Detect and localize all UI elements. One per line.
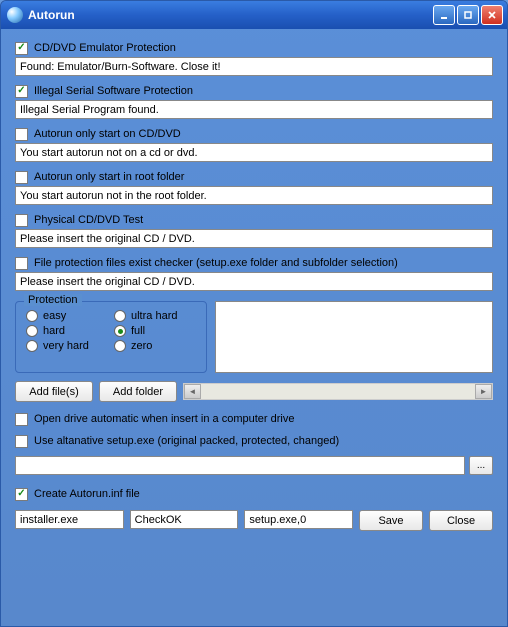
cddvd-only-message-input[interactable]	[15, 143, 493, 162]
alt-setup-label: Use altanative setup.exe (original packe…	[34, 435, 339, 447]
autorun-window: Autorun CD/DVD Emulator Protection Illeg…	[0, 0, 508, 627]
minimize-button[interactable]	[433, 5, 455, 25]
protection-legend: Protection	[24, 294, 82, 306]
alt-setup-checkbox[interactable]	[15, 435, 28, 448]
browse-button[interactable]: ...	[469, 456, 493, 475]
scroll-right-icon[interactable]: ►	[475, 384, 492, 399]
emulator-message-input[interactable]	[15, 57, 493, 76]
physical-label: Physical CD/DVD Test	[34, 214, 143, 226]
radio-easy[interactable]: easy	[26, 310, 108, 322]
radio-very-hard[interactable]: very hard	[26, 340, 108, 352]
fileprot-message-input[interactable]	[15, 272, 493, 291]
add-folder-button[interactable]: Add folder	[99, 381, 177, 402]
emulator-label: CD/DVD Emulator Protection	[34, 42, 176, 54]
fileprot-checkbox[interactable]	[15, 257, 28, 270]
close-button[interactable]: Close	[429, 510, 493, 531]
app-icon	[7, 7, 23, 23]
titlebar[interactable]: Autorun	[1, 1, 507, 29]
alt-setup-path-input[interactable]	[15, 456, 465, 475]
emulator-checkbox[interactable]	[15, 42, 28, 55]
root-only-message-input[interactable]	[15, 186, 493, 205]
add-files-button[interactable]: Add file(s)	[15, 381, 93, 402]
autorun-inf-checkbox[interactable]	[15, 488, 28, 501]
open-drive-checkbox[interactable]	[15, 413, 28, 426]
file-listbox[interactable]	[215, 301, 493, 373]
radio-full[interactable]: full	[114, 325, 196, 337]
content-area: CD/DVD Emulator Protection Illegal Seria…	[1, 29, 507, 626]
radio-ultra-hard[interactable]: ultra hard	[114, 310, 196, 322]
serial-checkbox[interactable]	[15, 85, 28, 98]
scroll-left-icon[interactable]: ◄	[184, 384, 201, 399]
root-only-checkbox[interactable]	[15, 171, 28, 184]
save-button[interactable]: Save	[359, 510, 423, 531]
fileprot-label: File protection files exist checker (set…	[34, 257, 398, 269]
physical-message-input[interactable]	[15, 229, 493, 248]
serial-message-input[interactable]	[15, 100, 493, 119]
maximize-button[interactable]	[457, 5, 479, 25]
setup-input[interactable]	[244, 510, 353, 529]
autorun-inf-label: Create Autorun.inf file	[34, 488, 140, 500]
horizontal-scrollbar[interactable]: ◄ ►	[183, 383, 493, 400]
checkok-input[interactable]	[130, 510, 239, 529]
radio-hard[interactable]: hard	[26, 325, 108, 337]
window-title: Autorun	[28, 8, 75, 22]
root-only-label: Autorun only start in root folder	[34, 171, 184, 183]
installer-input[interactable]	[15, 510, 124, 529]
cddvd-only-label: Autorun only start on CD/DVD	[34, 128, 181, 140]
physical-checkbox[interactable]	[15, 214, 28, 227]
radio-zero[interactable]: zero	[114, 340, 196, 352]
protection-group: Protection easy ultra hard hard full ver…	[15, 301, 207, 373]
serial-label: Illegal Serial Software Protection	[34, 85, 193, 97]
close-window-button[interactable]	[481, 5, 503, 25]
cddvd-only-checkbox[interactable]	[15, 128, 28, 141]
open-drive-label: Open drive automatic when insert in a co…	[34, 413, 294, 425]
